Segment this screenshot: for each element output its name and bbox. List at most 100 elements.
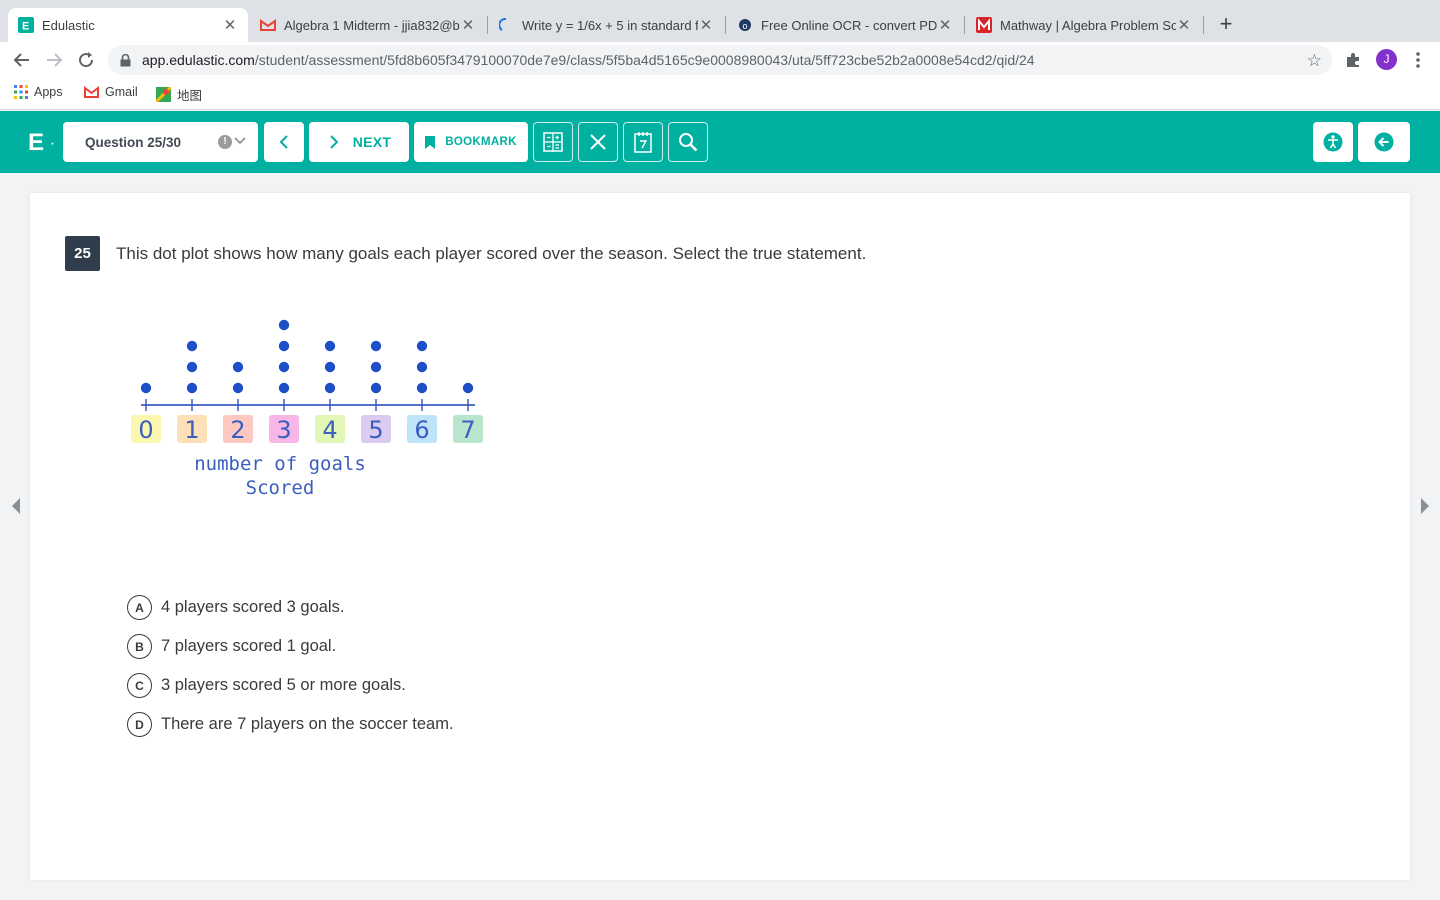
data-dot [416,340,428,352]
data-dot [140,382,152,394]
new-tab-button[interactable]: + [1214,12,1238,36]
data-dot [324,361,336,373]
next-label: NEXT [352,134,392,150]
gmail-favicon-icon [260,17,276,33]
tick-label: 2 [230,416,245,444]
back-button[interactable] [10,48,34,72]
data-dot [278,319,290,331]
data-dot [186,340,198,352]
exit-button[interactable] [1358,122,1410,162]
data-dot [278,340,290,352]
answer-choice-d[interactable]: D There are 7 players on the soccer team… [127,705,454,744]
assessment-header: E · Question 25/30 ! NEXT BOOKMARK [0,111,1440,173]
chevron-left-icon [12,498,20,514]
choice-letter-circle: C [127,673,152,698]
profile-avatar[interactable]: J [1376,49,1397,70]
next-page-arrow[interactable] [1418,496,1432,516]
x-axis-label-line2: Scored [246,477,315,499]
data-dot [416,361,428,373]
x-axis-label-line1: number of goals [194,453,366,475]
data-dot [416,382,428,394]
url-path: /student/assessment/5fd8b605f3479100070d… [254,52,1035,68]
bookmark-maps[interactable]: 地图 [156,85,202,104]
apps-grid-icon [14,85,28,99]
calculator-icon [543,132,563,152]
edulastic-favicon-icon: E [18,17,34,33]
search-icon [679,133,698,152]
answer-choice-c[interactable]: C 3 players scored 5 or more goals. [127,666,454,705]
question-selector-label: Question 25/30 [85,134,182,150]
close-tab-icon[interactable]: ✕ [698,16,714,34]
tab-algebra-midterm[interactable]: Algebra 1 Midterm - jjia832@b ✕ [250,8,486,42]
tab-separator [964,16,965,34]
scratchpad-button[interactable] [623,122,663,162]
magnifier-button[interactable] [668,122,708,162]
tab-title: Edulastic [42,17,95,33]
data-dot [232,382,244,394]
close-x-icon [590,134,606,150]
bookmark-question-button[interactable]: BOOKMARK [414,122,528,162]
answer-choice-a[interactable]: A 4 players scored 3 goals. [127,588,454,627]
bookmark-gmail[interactable]: Gmail [84,85,138,99]
question-card: 25 This dot plot shows how many goals ea… [30,193,1410,880]
accessibility-button[interactable] [1313,122,1353,162]
tick-label: 3 [276,416,291,444]
address-bar[interactable]: app.edulastic.com/student/assessment/5fd… [108,45,1332,75]
tick-label: 1 [184,416,199,444]
choice-letter-circle: B [127,634,152,659]
tab-title: Write y = 1/6x + 5 in standard f [522,17,698,33]
lock-icon [120,53,134,67]
browser-toolbar: app.edulastic.com/student/assessment/5fd… [0,42,1440,78]
bookmark-label: 地图 [177,89,203,103]
close-tab-icon[interactable]: ✕ [222,16,238,34]
data-dot [324,382,336,394]
close-tab-icon[interactable]: ✕ [460,16,476,34]
tick-label: 0 [138,416,153,444]
bookmark-apps[interactable]: Apps [14,85,63,99]
close-tab-icon[interactable]: ✕ [1176,16,1192,34]
tab-mathway[interactable]: Mathway | Algebra Problem So ✕ [966,8,1202,42]
tab-separator [725,16,726,34]
tab-write-standard-form[interactable]: Write y = 1/6x + 5 in standard f ✕ [488,8,724,42]
data-dot [186,382,198,394]
previous-question-button[interactable] [264,122,304,162]
browser-menu-icon[interactable] [1412,51,1424,69]
maps-icon [156,87,171,102]
data-dot [278,361,290,373]
extensions-puzzle-icon[interactable] [1344,51,1362,74]
chevron-right-icon [1421,498,1429,514]
loading-spinner-icon [498,17,514,33]
data-dot [370,361,382,373]
reload-icon [79,52,94,68]
dot-plot-chart: 0 1 2 3 4 5 6 7 number of goals Scored [131,319,483,499]
data-dot [324,340,336,352]
bookmark-star-icon[interactable]: ☆ [1307,51,1322,71]
bookmark-label: Gmail [105,85,138,99]
next-question-button[interactable]: NEXT [309,122,409,162]
question-selector-dropdown[interactable]: Question 25/30 ! [63,122,258,162]
forward-button[interactable] [42,48,66,72]
data-dot [232,361,244,373]
edulastic-logo: E · [28,129,55,156]
url-host: app.edulastic.com [142,52,255,68]
svg-text:o: o [743,21,748,31]
calculator-button[interactable] [533,122,573,162]
tick-label: 7 [460,416,475,444]
exit-arrow-icon [1374,132,1394,152]
tab-title: Mathway | Algebra Problem So [1000,17,1176,33]
data-dot [462,382,474,394]
tab-edulastic[interactable]: E Edulastic ✕ [8,8,248,42]
answer-choice-b[interactable]: B 7 players scored 1 goal. [127,627,454,666]
choice-text: 4 players scored 3 goals. [161,598,345,616]
answer-choices: A 4 players scored 3 goals. B 7 players … [127,588,454,744]
bookmark-icon [425,135,436,149]
tab-free-online-ocr[interactable]: o Free Online OCR - convert PDF ✕ [727,8,963,42]
chevron-down-icon [234,134,246,151]
arrow-right-icon [47,53,63,67]
answer-eliminator-button[interactable] [578,122,618,162]
previous-page-arrow[interactable] [9,496,23,516]
close-tab-icon[interactable]: ✕ [937,16,953,34]
reload-button[interactable] [74,48,98,72]
accessibility-icon [1323,132,1343,152]
bookmark-label: BOOKMARK [445,136,517,148]
